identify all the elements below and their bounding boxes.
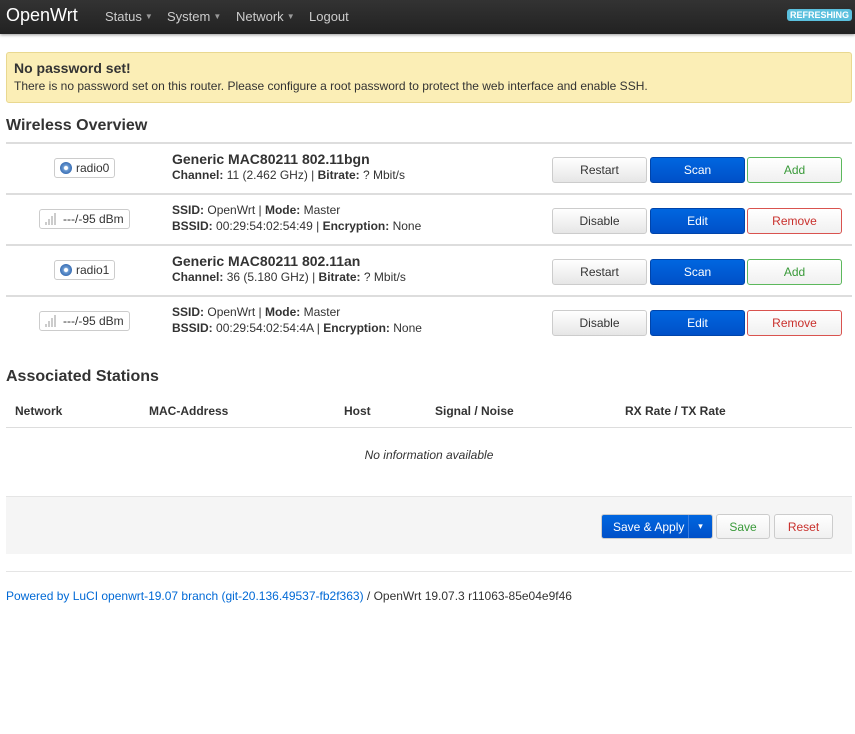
remove-button[interactable]: Remove bbox=[747, 208, 842, 234]
col-rate: RX Rate / TX Rate bbox=[625, 404, 726, 418]
radio-model: Generic MAC80211 802.11an bbox=[172, 253, 361, 269]
associated-stations-title: Associated Stations bbox=[6, 368, 159, 385]
wifi-radio-icon bbox=[60, 162, 72, 174]
sep: | bbox=[255, 305, 265, 319]
remove-button[interactable]: Remove bbox=[747, 310, 842, 336]
alert-text: There is no password set on this router.… bbox=[14, 79, 648, 93]
sep: | bbox=[312, 219, 323, 233]
label: BSSID: bbox=[172, 219, 213, 233]
save-apply-label: Save & Apply bbox=[613, 519, 685, 534]
ssid-value: OpenWrt bbox=[207, 305, 256, 319]
add-button[interactable]: Add bbox=[747, 157, 842, 183]
no-password-alert: No password set! There is no password se… bbox=[6, 52, 852, 103]
col-network: Network bbox=[15, 404, 63, 418]
footer-version: / OpenWrt 19.07.3 r11063-85e04e9f46 bbox=[363, 589, 572, 603]
brand-logo[interactable]: OpenWrt bbox=[6, 5, 78, 26]
network-row: ---/-95 dBm SSID: OpenWrt | Mode: Master… bbox=[6, 295, 852, 346]
wireless-overview-title: Wireless Overview bbox=[6, 117, 148, 134]
label: SSID: bbox=[172, 305, 205, 319]
network-info: SSID: OpenWrt | Mode: Master BSSID: 00:2… bbox=[172, 304, 422, 336]
save-button[interactable]: Save bbox=[716, 514, 770, 539]
encryption-value: None bbox=[392, 219, 422, 233]
menu-logout[interactable]: Logout bbox=[309, 9, 349, 24]
label: Bitrate: bbox=[318, 270, 361, 284]
radio-row: radio1 Generic MAC80211 802.11an Channel… bbox=[6, 244, 852, 295]
radio-name: radio1 bbox=[76, 263, 110, 277]
sep: | bbox=[313, 321, 324, 335]
signal-bars-icon bbox=[45, 315, 59, 327]
signal-badge: ---/-95 dBm bbox=[39, 209, 130, 229]
network-info: SSID: OpenWrt | Mode: Master BSSID: 00:2… bbox=[172, 202, 421, 234]
mode-value: Master bbox=[303, 203, 341, 217]
signal-bars-icon bbox=[45, 213, 59, 225]
navbar: OpenWrt Status ▼ System ▼ Network ▼ Logout … bbox=[0, 0, 855, 34]
label: SSID: bbox=[172, 203, 205, 217]
restart-button[interactable]: Restart bbox=[552, 259, 647, 285]
network-row: ---/-95 dBm SSID: OpenWrt | Mode: Master… bbox=[6, 193, 852, 244]
reset-button[interactable]: Reset bbox=[774, 514, 833, 539]
bssid-value: 00:29:54:02:54:4A bbox=[216, 321, 314, 335]
scan-button[interactable]: Scan bbox=[650, 157, 745, 183]
label: Mode: bbox=[264, 305, 301, 319]
luci-link[interactable]: Powered by LuCI openwrt-19.07 branch (gi… bbox=[6, 589, 364, 603]
col-mac: MAC-Address bbox=[149, 404, 229, 418]
bssid-value: 00:29:54:02:54:49 bbox=[216, 219, 313, 233]
radio-model: Generic MAC80211 802.11bgn bbox=[172, 151, 370, 167]
bitrate-value: ? Mbit/s bbox=[363, 168, 406, 182]
ssid-value: OpenWrt bbox=[207, 203, 256, 217]
encryption-value: None bbox=[393, 321, 422, 335]
label: Encryption: bbox=[323, 321, 390, 335]
caret-down-icon: ▼ bbox=[144, 12, 153, 21]
label: Bitrate: bbox=[317, 168, 360, 182]
label: Encryption: bbox=[322, 219, 390, 233]
edit-button[interactable]: Edit bbox=[650, 208, 745, 234]
disable-button[interactable]: Disable bbox=[552, 310, 647, 336]
edit-button[interactable]: Edit bbox=[650, 310, 745, 336]
label: Channel: bbox=[172, 270, 224, 284]
channel-value: 11 (2.462 GHz) bbox=[226, 168, 308, 182]
bitrate-value: ? Mbit/s bbox=[363, 270, 406, 284]
channel-value: 36 (5.180 GHz) bbox=[226, 270, 309, 284]
radio-info: Generic MAC80211 802.11bgn Channel: 11 (… bbox=[172, 151, 405, 183]
mode-value: Master bbox=[303, 305, 341, 319]
caret-down-icon: ▼ bbox=[286, 12, 295, 21]
radio-badge: radio0 bbox=[54, 158, 116, 178]
menu-status[interactable]: Status ▼ bbox=[105, 9, 153, 24]
add-button[interactable]: Add bbox=[747, 259, 842, 285]
label: BSSID: bbox=[172, 321, 213, 335]
label: Mode: bbox=[264, 203, 301, 217]
menu-label: Status bbox=[105, 9, 142, 24]
sep: | bbox=[255, 203, 265, 217]
restart-button[interactable]: Restart bbox=[552, 157, 647, 183]
disable-button[interactable]: Disable bbox=[552, 208, 647, 234]
divider bbox=[6, 571, 852, 572]
no-stations-text: No information available bbox=[364, 448, 494, 462]
footer: Powered by LuCI openwrt-19.07 branch (gi… bbox=[6, 589, 572, 603]
signal-value: ---/-95 dBm bbox=[63, 314, 124, 328]
menu-label: Network bbox=[236, 9, 284, 24]
sep: | bbox=[307, 168, 318, 182]
scan-button[interactable]: Scan bbox=[650, 259, 745, 285]
refreshing-badge[interactable]: REFRESHING bbox=[786, 9, 852, 21]
radio-badge: radio1 bbox=[54, 260, 116, 280]
alert-title: No password set! bbox=[14, 60, 131, 76]
action-bar: Save & Apply ▾ Save Reset bbox=[6, 496, 852, 554]
menu-label: System bbox=[167, 9, 211, 24]
radio-info: Generic MAC80211 802.11an Channel: 36 (5… bbox=[172, 253, 406, 285]
radio-name: radio0 bbox=[76, 161, 110, 175]
wifi-radio-icon bbox=[60, 264, 72, 276]
caret-down-icon: ▼ bbox=[213, 12, 222, 21]
dropdown-caret-icon[interactable]: ▾ bbox=[688, 515, 712, 538]
col-host: Host bbox=[344, 404, 371, 418]
signal-value: ---/-95 dBm bbox=[63, 212, 124, 226]
sep: | bbox=[308, 270, 319, 284]
radio-row: radio0 Generic MAC80211 802.11bgn Channe… bbox=[6, 142, 852, 193]
stations-table-header: Network MAC-Address Host Signal / Noise … bbox=[6, 395, 852, 428]
signal-badge: ---/-95 dBm bbox=[39, 311, 130, 331]
menu-system[interactable]: System ▼ bbox=[167, 9, 221, 24]
save-apply-button[interactable]: Save & Apply ▾ bbox=[601, 514, 713, 539]
menu-network[interactable]: Network ▼ bbox=[236, 9, 295, 24]
label: Channel: bbox=[172, 168, 224, 182]
col-signal: Signal / Noise bbox=[435, 404, 514, 418]
